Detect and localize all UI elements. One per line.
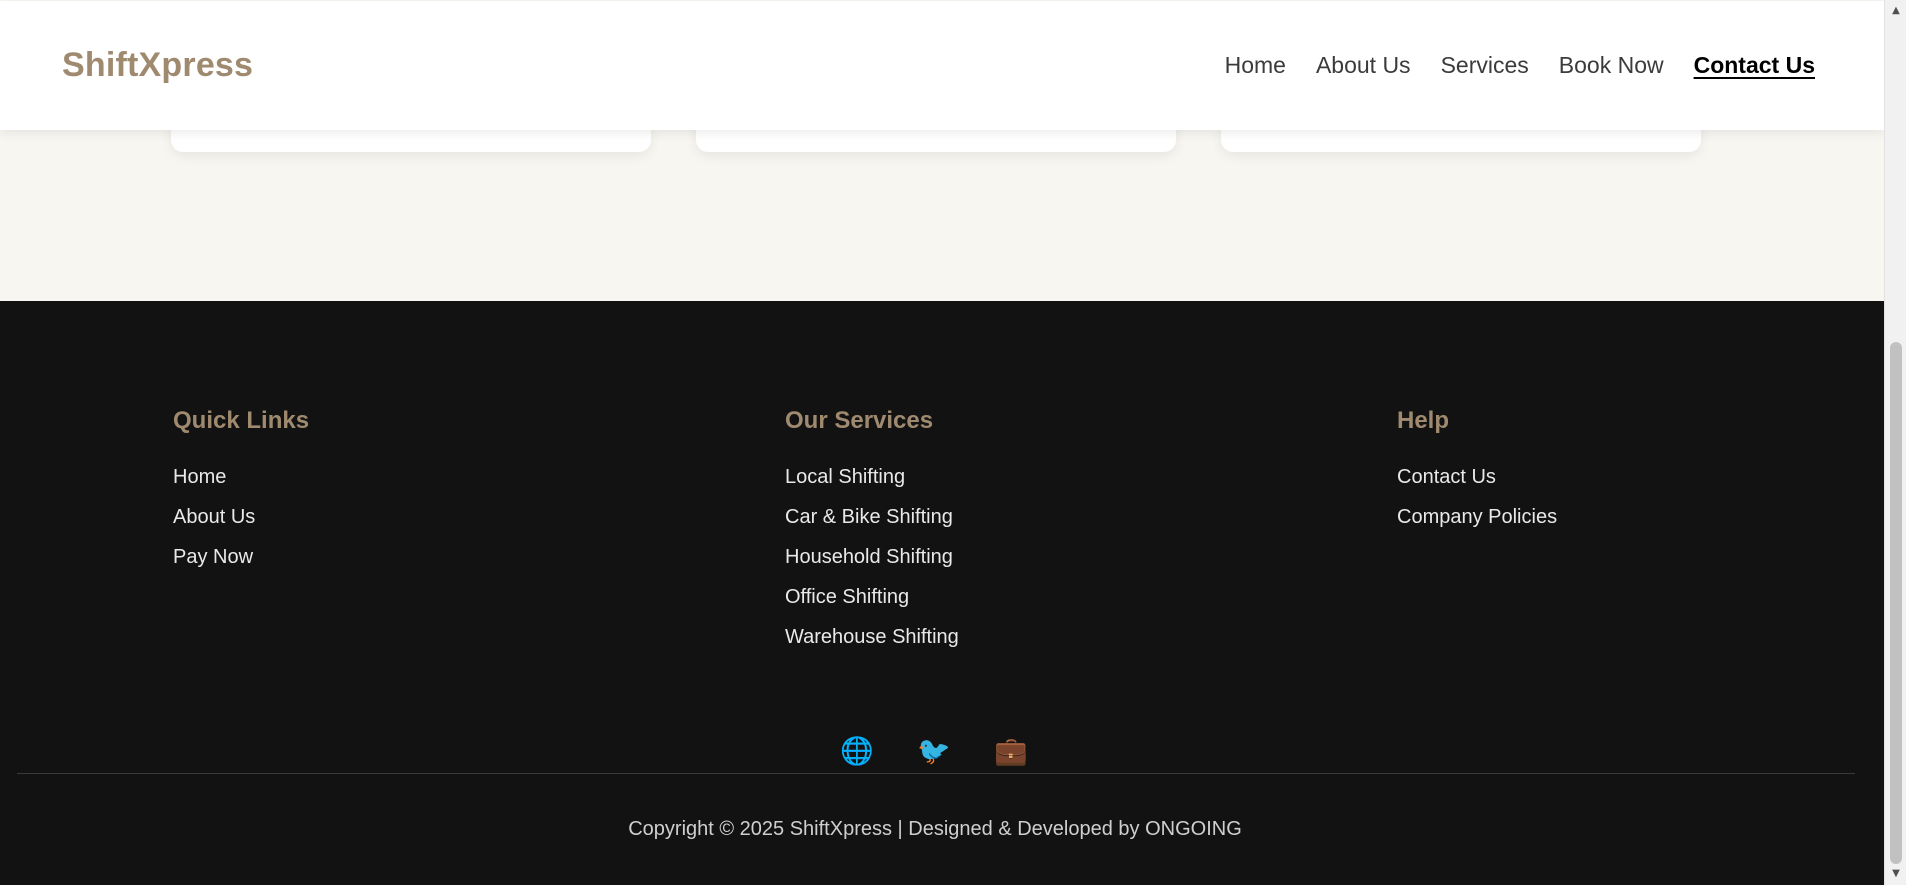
page: ShiftXpress Home About Us Services Book … [0,0,1906,885]
nav-services[interactable]: Services [1441,52,1529,79]
briefcase-icon[interactable]: 💼 [994,737,1028,767]
list-item: Contact Us [1397,457,1697,497]
list-item: Pay Now [173,537,785,577]
footer-link-office-shifting[interactable]: Office Shifting [785,586,909,608]
footer-link-contact-us[interactable]: Contact Us [1397,466,1496,488]
list-item: Car & Bike Shifting [785,497,1397,537]
scrollbar-thumb[interactable] [1890,342,1902,864]
footer-col-quick-links: Quick Links Home About Us Pay Now [173,407,785,657]
footer-col-our-services: Our Services Local Shifting Car & Bike S… [785,407,1397,657]
globe-icon[interactable]: 🌐 [840,737,874,767]
list-item: Office Shifting [785,577,1397,617]
footer-link-warehouse-shifting[interactable]: Warehouse Shifting [785,626,959,648]
quick-links-list: Home About Us Pay Now [173,457,785,577]
footer-columns: Quick Links Home About Us Pay Now Our Se… [173,407,1713,657]
footer-heading-help: Help [1397,407,1450,434]
copyright-text: Copyright © 2025 ShiftXpress | Designed … [628,818,1242,840]
list-item: Household Shifting [785,537,1397,577]
footer-link-company-policies[interactable]: Company Policies [1397,506,1557,528]
scroll-up-arrow-icon[interactable]: ▲ [1885,2,1906,20]
nav-about-us[interactable]: About Us [1316,52,1411,79]
footer-link-pay-now[interactable]: Pay Now [173,546,253,568]
footer-heading-quick-links: Quick Links [173,407,310,434]
footer-link-car-bike-shifting[interactable]: Car & Bike Shifting [785,506,953,528]
footer-link-household-shifting[interactable]: Household Shifting [785,546,953,568]
list-item: About Us [173,497,785,537]
footer-link-about-us[interactable]: About Us [173,506,255,528]
services-list: Local Shifting Car & Bike Shifting House… [785,457,1397,657]
nav-home[interactable]: Home [1225,52,1286,79]
footer-link-home[interactable]: Home [173,466,226,488]
site-header: ShiftXpress Home About Us Services Book … [0,1,1884,130]
footer-divider [17,773,1855,774]
nav-contact-us[interactable]: Contact Us [1694,52,1815,79]
scroll-down-arrow-icon[interactable]: ▼ [1885,865,1906,883]
social-links: 🌐 🐦 💼 [840,737,1028,767]
nav-book-now[interactable]: Book Now [1559,52,1664,79]
bird-icon[interactable]: 🐦 [917,737,951,767]
main-nav: Home About Us Services Book Now Contact … [1225,52,1815,79]
list-item: Local Shifting [785,457,1397,497]
vertical-scrollbar[interactable]: ▲ ▼ [1884,0,1906,885]
list-item: Company Policies [1397,497,1697,537]
brand-logo[interactable]: ShiftXpress [62,46,253,85]
footer-link-local-shifting[interactable]: Local Shifting [785,466,905,488]
footer-heading-our-services: Our Services [785,407,934,434]
site-footer: Quick Links Home About Us Pay Now Our Se… [0,301,1884,885]
help-list: Contact Us Company Policies [1397,457,1697,537]
list-item: Warehouse Shifting [785,617,1397,657]
footer-col-help: Help Contact Us Company Policies [1397,407,1697,657]
list-item: Home [173,457,785,497]
